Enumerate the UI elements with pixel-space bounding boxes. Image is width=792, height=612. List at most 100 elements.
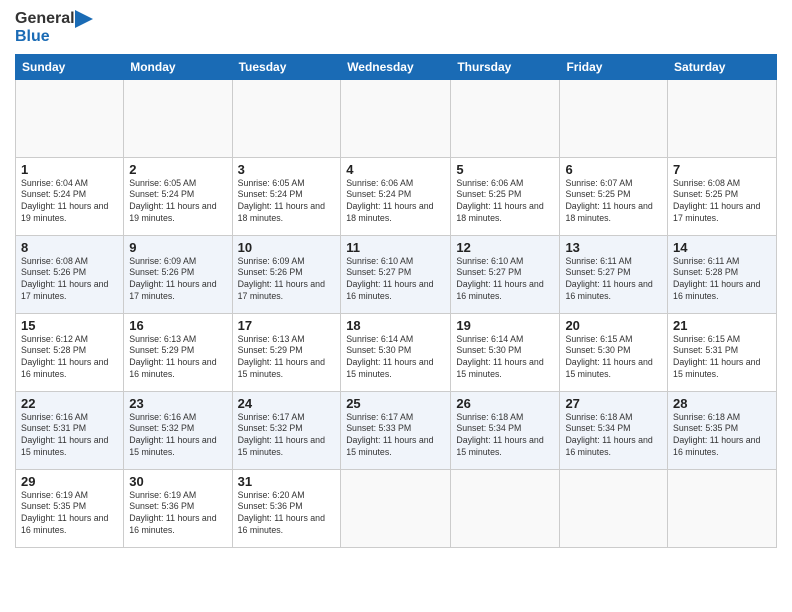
calendar-day-cell	[124, 79, 232, 157]
day-info: Sunrise: 6:18 AM Sunset: 5:35 PM Dayligh…	[673, 412, 771, 460]
calendar-day-cell	[232, 79, 341, 157]
day-number: 24	[238, 396, 336, 411]
calendar-day-cell: 21Sunrise: 6:15 AM Sunset: 5:31 PM Dayli…	[668, 313, 777, 391]
day-info: Sunrise: 6:15 AM Sunset: 5:31 PM Dayligh…	[673, 334, 771, 382]
day-number: 21	[673, 318, 771, 333]
calendar-day-cell: 19Sunrise: 6:14 AM Sunset: 5:30 PM Dayli…	[451, 313, 560, 391]
calendar-day-cell: 13Sunrise: 6:11 AM Sunset: 5:27 PM Dayli…	[560, 235, 668, 313]
day-info: Sunrise: 6:10 AM Sunset: 5:27 PM Dayligh…	[456, 256, 554, 304]
day-number: 2	[129, 162, 226, 177]
calendar-header-row: SundayMondayTuesdayWednesdayThursdayFrid…	[16, 54, 777, 79]
calendar-day-cell	[668, 79, 777, 157]
calendar-day-header: Monday	[124, 54, 232, 79]
calendar-day-cell: 15Sunrise: 6:12 AM Sunset: 5:28 PM Dayli…	[16, 313, 124, 391]
day-info: Sunrise: 6:12 AM Sunset: 5:28 PM Dayligh…	[21, 334, 118, 382]
day-number: 12	[456, 240, 554, 255]
day-number: 31	[238, 474, 336, 489]
day-info: Sunrise: 6:19 AM Sunset: 5:36 PM Dayligh…	[129, 490, 226, 538]
calendar-day-cell: 17Sunrise: 6:13 AM Sunset: 5:29 PM Dayli…	[232, 313, 341, 391]
day-info: Sunrise: 6:16 AM Sunset: 5:31 PM Dayligh…	[21, 412, 118, 460]
day-info: Sunrise: 6:17 AM Sunset: 5:33 PM Dayligh…	[346, 412, 445, 460]
calendar-day-cell: 11Sunrise: 6:10 AM Sunset: 5:27 PM Dayli…	[341, 235, 451, 313]
calendar-day-cell: 31Sunrise: 6:20 AM Sunset: 5:36 PM Dayli…	[232, 469, 341, 547]
calendar-day-cell	[560, 79, 668, 157]
day-number: 17	[238, 318, 336, 333]
calendar-week-row: 15Sunrise: 6:12 AM Sunset: 5:28 PM Dayli…	[16, 313, 777, 391]
day-number: 6	[565, 162, 662, 177]
calendar-day-cell: 27Sunrise: 6:18 AM Sunset: 5:34 PM Dayli…	[560, 391, 668, 469]
day-info: Sunrise: 6:15 AM Sunset: 5:30 PM Dayligh…	[565, 334, 662, 382]
day-info: Sunrise: 6:13 AM Sunset: 5:29 PM Dayligh…	[129, 334, 226, 382]
calendar-day-cell: 16Sunrise: 6:13 AM Sunset: 5:29 PM Dayli…	[124, 313, 232, 391]
day-number: 14	[673, 240, 771, 255]
day-info: Sunrise: 6:16 AM Sunset: 5:32 PM Dayligh…	[129, 412, 226, 460]
calendar-week-row	[16, 79, 777, 157]
calendar-week-row: 22Sunrise: 6:16 AM Sunset: 5:31 PM Dayli…	[16, 391, 777, 469]
calendar-day-header: Saturday	[668, 54, 777, 79]
day-number: 30	[129, 474, 226, 489]
day-info: Sunrise: 6:11 AM Sunset: 5:28 PM Dayligh…	[673, 256, 771, 304]
day-info: Sunrise: 6:09 AM Sunset: 5:26 PM Dayligh…	[238, 256, 336, 304]
calendar-day-cell: 20Sunrise: 6:15 AM Sunset: 5:30 PM Dayli…	[560, 313, 668, 391]
day-number: 29	[21, 474, 118, 489]
day-info: Sunrise: 6:06 AM Sunset: 5:25 PM Dayligh…	[456, 178, 554, 226]
calendar-table: SundayMondayTuesdayWednesdayThursdayFrid…	[15, 54, 777, 548]
calendar-day-cell: 12Sunrise: 6:10 AM Sunset: 5:27 PM Dayli…	[451, 235, 560, 313]
day-number: 9	[129, 240, 226, 255]
calendar-day-cell: 29Sunrise: 6:19 AM Sunset: 5:35 PM Dayli…	[16, 469, 124, 547]
day-number: 5	[456, 162, 554, 177]
day-number: 1	[21, 162, 118, 177]
calendar-day-cell	[560, 469, 668, 547]
page-header: GeneralBlue	[15, 10, 777, 46]
day-info: Sunrise: 6:17 AM Sunset: 5:32 PM Dayligh…	[238, 412, 336, 460]
day-info: Sunrise: 6:05 AM Sunset: 5:24 PM Dayligh…	[129, 178, 226, 226]
day-info: Sunrise: 6:13 AM Sunset: 5:29 PM Dayligh…	[238, 334, 336, 382]
day-number: 26	[456, 396, 554, 411]
day-info: Sunrise: 6:05 AM Sunset: 5:24 PM Dayligh…	[238, 178, 336, 226]
day-number: 23	[129, 396, 226, 411]
day-info: Sunrise: 6:18 AM Sunset: 5:34 PM Dayligh…	[456, 412, 554, 460]
calendar-day-cell: 22Sunrise: 6:16 AM Sunset: 5:31 PM Dayli…	[16, 391, 124, 469]
calendar-day-cell: 5Sunrise: 6:06 AM Sunset: 5:25 PM Daylig…	[451, 157, 560, 235]
day-info: Sunrise: 6:20 AM Sunset: 5:36 PM Dayligh…	[238, 490, 336, 538]
calendar-day-cell: 23Sunrise: 6:16 AM Sunset: 5:32 PM Dayli…	[124, 391, 232, 469]
calendar-day-cell: 30Sunrise: 6:19 AM Sunset: 5:36 PM Dayli…	[124, 469, 232, 547]
calendar-day-cell: 8Sunrise: 6:08 AM Sunset: 5:26 PM Daylig…	[16, 235, 124, 313]
calendar-day-cell	[451, 79, 560, 157]
day-number: 25	[346, 396, 445, 411]
day-info: Sunrise: 6:08 AM Sunset: 5:25 PM Dayligh…	[673, 178, 771, 226]
day-info: Sunrise: 6:11 AM Sunset: 5:27 PM Dayligh…	[565, 256, 662, 304]
calendar-day-cell	[341, 79, 451, 157]
day-number: 8	[21, 240, 118, 255]
day-number: 20	[565, 318, 662, 333]
calendar-day-cell: 6Sunrise: 6:07 AM Sunset: 5:25 PM Daylig…	[560, 157, 668, 235]
calendar-day-cell: 10Sunrise: 6:09 AM Sunset: 5:26 PM Dayli…	[232, 235, 341, 313]
day-info: Sunrise: 6:07 AM Sunset: 5:25 PM Dayligh…	[565, 178, 662, 226]
calendar-week-row: 29Sunrise: 6:19 AM Sunset: 5:35 PM Dayli…	[16, 469, 777, 547]
calendar-day-cell: 28Sunrise: 6:18 AM Sunset: 5:35 PM Dayli…	[668, 391, 777, 469]
calendar-day-header: Tuesday	[232, 54, 341, 79]
day-number: 28	[673, 396, 771, 411]
calendar-day-cell: 1Sunrise: 6:04 AM Sunset: 5:24 PM Daylig…	[16, 157, 124, 235]
day-info: Sunrise: 6:18 AM Sunset: 5:34 PM Dayligh…	[565, 412, 662, 460]
day-info: Sunrise: 6:19 AM Sunset: 5:35 PM Dayligh…	[21, 490, 118, 538]
calendar-day-cell	[16, 79, 124, 157]
calendar-day-cell: 24Sunrise: 6:17 AM Sunset: 5:32 PM Dayli…	[232, 391, 341, 469]
calendar-day-cell: 3Sunrise: 6:05 AM Sunset: 5:24 PM Daylig…	[232, 157, 341, 235]
calendar-day-cell	[668, 469, 777, 547]
day-number: 4	[346, 162, 445, 177]
day-info: Sunrise: 6:04 AM Sunset: 5:24 PM Dayligh…	[21, 178, 118, 226]
day-number: 15	[21, 318, 118, 333]
calendar-day-cell	[341, 469, 451, 547]
day-number: 13	[565, 240, 662, 255]
calendar-day-cell: 25Sunrise: 6:17 AM Sunset: 5:33 PM Dayli…	[341, 391, 451, 469]
day-number: 16	[129, 318, 226, 333]
day-number: 27	[565, 396, 662, 411]
calendar-week-row: 1Sunrise: 6:04 AM Sunset: 5:24 PM Daylig…	[16, 157, 777, 235]
calendar-day-header: Wednesday	[341, 54, 451, 79]
calendar-day-cell: 14Sunrise: 6:11 AM Sunset: 5:28 PM Dayli…	[668, 235, 777, 313]
calendar-day-header: Sunday	[16, 54, 124, 79]
day-number: 19	[456, 318, 554, 333]
calendar-day-cell: 9Sunrise: 6:09 AM Sunset: 5:26 PM Daylig…	[124, 235, 232, 313]
calendar-day-header: Thursday	[451, 54, 560, 79]
